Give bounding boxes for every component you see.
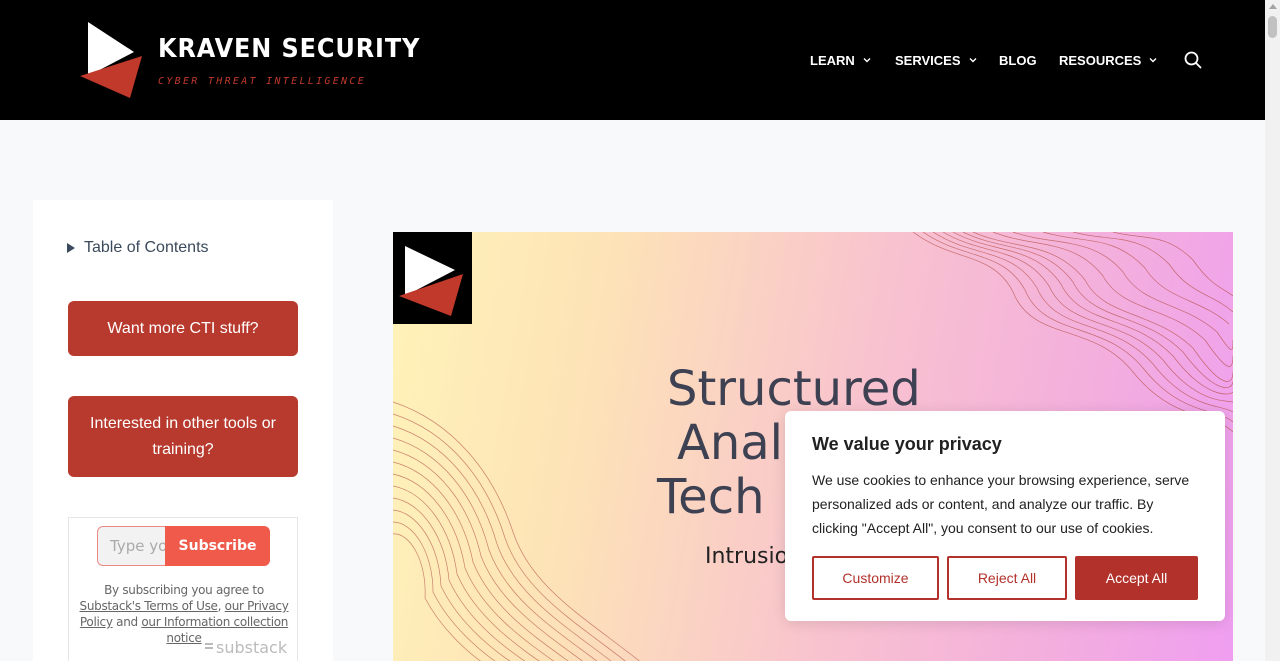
triangle-right-icon [67,243,75,253]
terms-separator: , [217,599,222,613]
terms-of-use-link[interactable]: Substack's Terms of Use [80,599,218,613]
logo-title: KRAVEN SECURITY [158,34,421,64]
site-header: KRAVEN SECURITY CYBER THREAT INTELLIGENC… [0,0,1280,120]
nav-resources-label: RESOURCES [1059,52,1142,68]
subscribe-button[interactable]: Subscribe [165,526,270,566]
hero-subtitle: Intrusio [705,544,789,569]
toc-label: Table of Contents [84,239,209,256]
terms-prefix: By subscribing you agree to [104,583,264,597]
scrollbar-thumb[interactable] [1268,16,1277,38]
customize-button[interactable]: Customize [812,556,939,600]
hero-logo [393,232,472,324]
substack-brand[interactable]: substack [205,638,287,657]
nav-services-label: SERVICES [895,52,961,68]
sidebar: Table of Contents Want more CTI stuff? I… [33,200,333,661]
search-icon[interactable] [1184,51,1202,69]
substack-brand-label: substack [216,638,288,657]
cookie-title: We value your privacy [812,434,1002,454]
nav-learn-label: LEARN [810,52,855,68]
logo-mark-icon [399,246,463,316]
logo-subtitle: CYBER THREAT INTELLIGENCE [158,76,367,87]
hero-title-line1: Structured [667,361,921,417]
hero-title-line2: Anal [677,415,784,471]
table-of-contents-toggle[interactable]: Table of Contents [67,239,209,257]
accept-all-button[interactable]: Accept All [1075,556,1198,600]
cookie-text: We use cookies to enhance your browsing … [812,472,1190,536]
substack-embed: Type your email... Subscribe By subscrib… [68,517,298,661]
nav-learn[interactable]: LEARN [810,50,871,70]
nav-services[interactable]: SERVICES [895,50,977,70]
chevron-down-icon [863,58,871,63]
email-input[interactable]: Type your email... [97,526,165,566]
reject-all-button[interactable]: Reject All [947,556,1067,600]
logo-mark-icon [80,22,142,98]
nav-resources[interactable]: RESOURCES [1059,50,1157,70]
chevron-down-icon [1149,58,1157,63]
cti-cta-button[interactable]: Want more CTI stuff? [68,301,298,356]
tools-training-button[interactable]: Interested in other tools or training? [68,396,298,477]
scroll-up-arrow-icon[interactable] [1269,4,1277,9]
site-logo[interactable]: KRAVEN SECURITY CYBER THREAT INTELLIGENC… [80,22,419,98]
cookie-consent-banner: We value your privacy We use cookies to … [785,411,1225,621]
hero-title-line3: Tech [657,469,765,525]
substack-terms-note: By subscribing you agree to Substack's T… [79,582,289,646]
chevron-down-icon [969,58,977,63]
nav-blog[interactable]: BLOG [999,50,1037,70]
substack-icon [205,642,213,653]
page-scrollbar[interactable] [1265,0,1280,661]
nav-blog-label: BLOG [999,52,1037,68]
terms-and: and [116,615,138,629]
